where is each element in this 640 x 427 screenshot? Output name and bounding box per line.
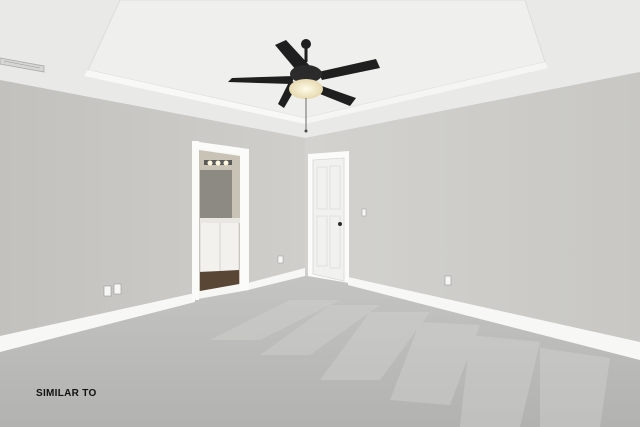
watermark-caption: SIMILAR TO <box>36 388 97 399</box>
fan-light <box>289 79 323 99</box>
closet-door <box>308 151 349 283</box>
vanity-cabinet <box>199 221 240 273</box>
bathroom-mirror <box>200 170 232 218</box>
bathroom-doorway <box>192 141 249 300</box>
door-knob <box>338 222 342 226</box>
room-photo: SIMILAR TO <box>0 0 640 427</box>
room-illustration <box>0 0 640 427</box>
